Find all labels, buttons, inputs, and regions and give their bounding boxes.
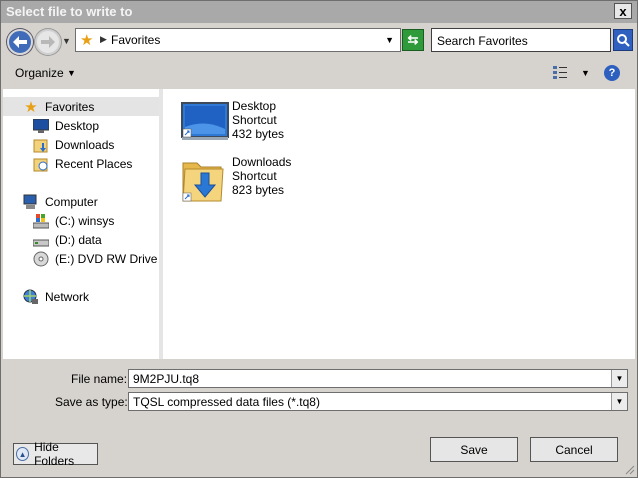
nav-item-desktop[interactable]: Desktop: [33, 117, 99, 135]
network-icon: [23, 289, 39, 305]
file-type: Shortcut: [232, 169, 277, 183]
nav-item-label: (E:) DVD RW Drive - D: [55, 252, 160, 266]
forward-arrow-icon: [41, 36, 55, 48]
save-button[interactable]: Save: [430, 437, 518, 462]
close-icon: x: [619, 3, 627, 19]
file-item-desktop[interactable]: Desktop Shortcut 432 bytes: [181, 99, 321, 145]
nav-item-label: Downloads: [55, 138, 115, 152]
chevron-down-icon[interactable]: ▼: [611, 370, 627, 387]
nav-group-label: Favorites: [45, 100, 95, 114]
history-dropdown-icon[interactable]: ▼: [62, 36, 71, 46]
forward-button[interactable]: [35, 29, 61, 55]
views-icon[interactable]: [553, 66, 567, 79]
nav-group-label: Network: [45, 290, 90, 304]
back-button[interactable]: [7, 29, 33, 55]
refresh-icon: ⇆: [407, 32, 419, 47]
save-as-type-select[interactable]: TQSL compressed data files (*.tq8) ▼: [128, 392, 628, 411]
save-as-type-value[interactable]: TQSL compressed data files (*.tq8): [133, 395, 320, 409]
nav-item-recent-places[interactable]: Recent Places: [33, 155, 132, 173]
desktop-icon: [33, 118, 49, 134]
nav-item-label: Recent Places: [55, 157, 133, 171]
nav-item-e-drive[interactable]: (E:) DVD RW Drive - D: [33, 250, 160, 268]
refresh-button[interactable]: ⇆: [402, 29, 424, 51]
breadcrumb-arrow-icon[interactable]: ▶: [100, 34, 107, 45]
nav-group-label: Computer: [45, 195, 98, 209]
address-text[interactable]: Favorites: [111, 33, 160, 47]
system-drive-icon: [33, 213, 49, 229]
command-toolbar: Organize ▼ ▼ ?: [1, 57, 637, 89]
close-button[interactable]: x: [614, 3, 632, 19]
downloads-folder-icon: [182, 162, 224, 202]
file-size: 432 bytes: [232, 127, 285, 141]
file-name-field[interactable]: 9M2PJU.tq8 ▼: [128, 369, 628, 388]
file-item-downloads[interactable]: Downloads Shortcut 823 bytes: [181, 155, 321, 202]
navigation-pane: ★ Favorites Desktop Downloads Recent Pla…: [3, 89, 161, 359]
chevron-up-icon: ▲: [16, 447, 30, 461]
nav-item-label: Desktop: [55, 119, 100, 133]
favorites-star-icon: ★: [24, 99, 38, 116]
organize-button[interactable]: Organize: [15, 66, 64, 80]
favorites-star-icon: ★: [80, 32, 94, 49]
computer-icon: [23, 194, 39, 210]
desktop-shortcut-icon: [181, 102, 229, 140]
resize-grip-icon[interactable]: [625, 465, 635, 475]
recent-places-icon: [33, 156, 49, 172]
title-bar: Select file to write to x: [1, 1, 637, 23]
search-icon: [617, 34, 630, 47]
nav-group-computer[interactable]: Computer: [23, 193, 98, 211]
file-type: Shortcut: [232, 113, 277, 127]
nav-item-label: (D:) data: [55, 233, 102, 247]
cancel-button-label: Cancel: [555, 442, 593, 457]
views-dropdown-icon[interactable]: ▼: [581, 68, 590, 78]
search-button[interactable]: [613, 29, 633, 51]
address-dropdown-icon[interactable]: ▼: [385, 35, 394, 45]
save-as-type-label: Save as type:: [55, 395, 128, 409]
chevron-down-icon[interactable]: ▼: [611, 393, 627, 410]
nav-item-d-drive[interactable]: (D:) data: [33, 231, 102, 249]
cancel-button[interactable]: Cancel: [530, 437, 618, 462]
file-list: Desktop Shortcut 432 bytes Downloads Sho…: [163, 89, 635, 359]
file-size: 823 bytes: [232, 183, 285, 197]
hard-drive-icon: [33, 232, 49, 248]
file-name: Downloads: [232, 155, 292, 169]
search-input[interactable]: Search Favorites: [431, 28, 611, 52]
navigation-bar: ▼ ★ ▶ Favorites ▼ ⇆ Search Favorites: [1, 23, 637, 57]
hide-folders-label: Hide Folders: [34, 440, 75, 468]
save-button-label: Save: [460, 442, 488, 457]
file-name-label: File name:: [71, 372, 128, 386]
help-icon[interactable]: ?: [604, 65, 620, 81]
nav-item-c-drive[interactable]: (C:) winsys: [33, 212, 114, 230]
nav-item-downloads[interactable]: Downloads: [33, 136, 114, 154]
organize-dropdown-icon[interactable]: ▼: [67, 68, 76, 78]
back-arrow-icon: [13, 36, 27, 48]
file-name-value[interactable]: 9M2PJU.tq8: [133, 372, 199, 386]
search-placeholder: Search Favorites: [437, 34, 528, 48]
nav-group-favorites[interactable]: ★ Favorites: [23, 98, 94, 116]
nav-item-label: (C:) winsys: [55, 214, 115, 228]
address-bar[interactable]: ★ ▶ Favorites ▼: [75, 28, 401, 52]
file-name: Desktop: [232, 99, 277, 113]
dialog-title: Select file to write to: [6, 4, 133, 19]
hide-folders-button[interactable]: ▲ Hide Folders: [13, 440, 98, 468]
save-file-dialog: Select file to write to x ▼ ★ ▶ Favorite…: [0, 0, 638, 478]
nav-group-network[interactable]: Network: [23, 288, 89, 306]
downloads-icon: [33, 137, 49, 153]
dvd-drive-icon: [33, 251, 49, 267]
